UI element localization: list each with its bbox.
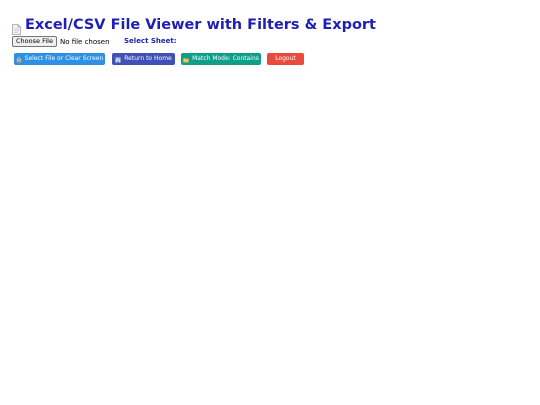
return-home-label: Return to Home (124, 55, 172, 62)
building-icon (115, 56, 121, 63)
select-file-clear-label: Select File or Clear Screen (24, 55, 104, 62)
folder-icon (183, 56, 189, 63)
document-icon (12, 20, 21, 35)
match-mode-label: Match Mode: Contains (192, 55, 259, 62)
page-header: Excel/CSV File Viewer with Filters & Exp… (12, 17, 376, 35)
logout-label: Logout (275, 55, 296, 62)
select-file-clear-button[interactable]: Select File or Clear Screen (14, 53, 105, 65)
home-icon (15, 56, 22, 63)
select-sheet-label: Select Sheet: (124, 37, 177, 45)
page-title: Excel/CSV File Viewer with Filters & Exp… (25, 17, 376, 33)
logout-button[interactable]: Logout (267, 53, 304, 65)
file-input[interactable]: Choose File No file chosen (12, 36, 110, 47)
choose-file-button[interactable]: Choose File (12, 36, 57, 47)
match-mode-button[interactable]: Match Mode: Contains (181, 53, 261, 65)
return-home-button[interactable]: Return to Home (112, 53, 175, 65)
file-status-text: No file chosen (59, 37, 110, 46)
